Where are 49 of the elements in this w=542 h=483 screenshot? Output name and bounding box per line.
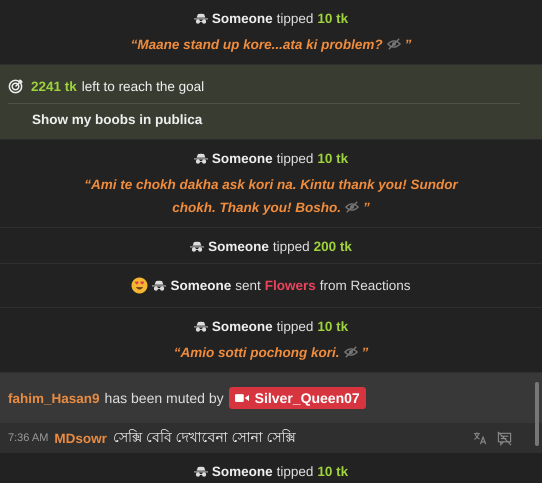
action-text: tipped: [276, 10, 314, 26]
quote-mark: ”: [362, 345, 368, 360]
tip-amount: 10 tk: [317, 150, 348, 166]
incognito-icon: [194, 466, 208, 476]
username: Someone: [212, 150, 273, 166]
gift-source: from Reactions: [320, 278, 411, 292]
action-text: tipped: [272, 238, 310, 254]
timestamp: 7:36 AM: [8, 432, 48, 444]
scrollbar[interactable]: [535, 382, 539, 446]
action-text: tipped: [276, 318, 314, 334]
hide-message-icon[interactable]: [497, 430, 512, 446]
incognito-icon: [194, 152, 208, 164]
tip-message: “Ami te chokh dakha ask kori na. Kintu thank you! Sundor: [84, 177, 458, 192]
quote-mark: ”: [363, 200, 370, 215]
translate-icon[interactable]: [473, 430, 487, 444]
heart-eyes-emoji-icon: [131, 276, 148, 294]
hidden-eye-icon[interactable]: [344, 345, 358, 359]
target-icon: [8, 79, 23, 94]
action-text: tipped: [276, 464, 314, 478]
username: Someone: [212, 10, 273, 26]
username[interactable]: MDsowr: [54, 430, 107, 446]
action-text: tipped: [276, 150, 314, 166]
incognito-icon: [194, 12, 208, 24]
broadcaster-badge[interactable]: Silver_Queen07: [228, 387, 366, 409]
username: Someone: [208, 238, 269, 254]
tip-amount: 10 tk: [317, 318, 348, 334]
gift-name: Flowers: [264, 278, 316, 292]
username: Someone: [170, 278, 232, 292]
username[interactable]: fahim_Hasan9: [8, 390, 100, 406]
tip-amount: 10 tk: [317, 464, 348, 478]
action-text: sent: [235, 278, 261, 292]
goal-amount: 2241 tk: [31, 79, 77, 94]
incognito-icon: [194, 320, 208, 332]
tip-message: “Maane stand up kore...ata ki problem?: [130, 37, 383, 52]
username: Someone: [212, 464, 273, 478]
message-text: সেক্সি বেবি দেখাবেনা সোনা সেক্সি: [112, 428, 296, 447]
quote-mark: ”: [404, 37, 412, 52]
goal-text: left to reach the goal: [82, 79, 204, 94]
tip-amount: 200 tk: [314, 238, 352, 254]
incognito-icon: [152, 280, 166, 290]
goal-title: Show my boobs in publica: [32, 112, 204, 127]
hidden-eye-icon[interactable]: [345, 200, 359, 214]
username: Someone: [212, 318, 273, 334]
tip-message: “Amio sotti pochong kori.: [174, 345, 340, 360]
muted-text: has been muted by: [104, 390, 224, 406]
tip-message: chokh. Thank you! Bosho.: [172, 200, 341, 215]
incognito-icon: [190, 240, 204, 252]
tip-amount: 10 tk: [317, 10, 348, 26]
hidden-eye-icon[interactable]: [386, 37, 401, 51]
